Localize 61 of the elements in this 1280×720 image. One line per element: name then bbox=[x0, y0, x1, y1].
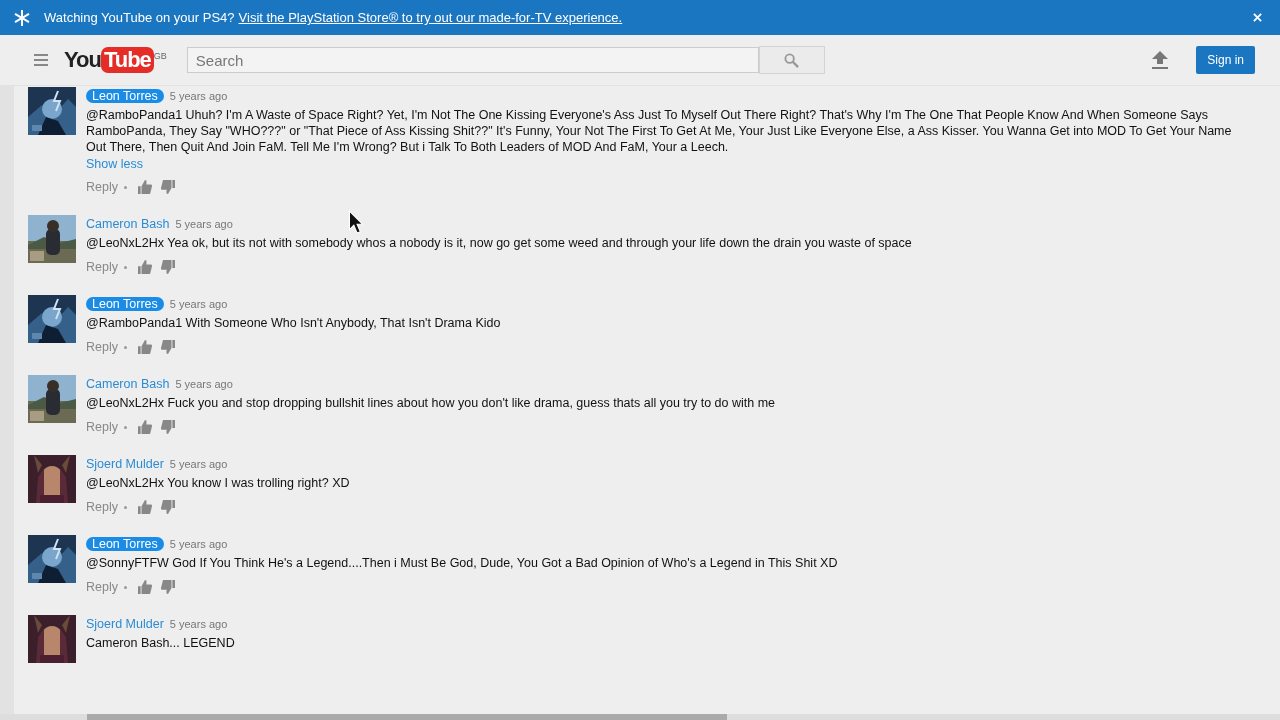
separator-dot bbox=[123, 345, 127, 349]
comment-time[interactable]: 5 years ago bbox=[169, 458, 228, 470]
reply-link[interactable]: Reply bbox=[86, 340, 118, 354]
region-label: GB bbox=[153, 51, 167, 61]
thumbs-down-icon[interactable] bbox=[160, 180, 175, 194]
comment-text: @LeoNxL2Hx Yea ok, but its not with somebody whos a nobody is it, now go get some weed and through your life down the drain you waste of space bbox=[86, 235, 913, 251]
store-link[interactable]: Visit the PlayStation Store® to try out our made-for-TV experience. bbox=[238, 10, 623, 25]
comment-time[interactable]: 5 years ago bbox=[169, 90, 228, 102]
author-name[interactable]: Leon Torres bbox=[86, 297, 164, 311]
thumbs-up-icon[interactable] bbox=[137, 580, 152, 594]
scrollbar-thumb[interactable] bbox=[87, 714, 727, 720]
reply-link[interactable]: Reply bbox=[86, 580, 118, 594]
comment-time[interactable]: 5 years ago bbox=[175, 378, 233, 390]
author-name[interactable]: Leon Torres bbox=[86, 89, 164, 103]
thumbs-down-icon[interactable] bbox=[160, 420, 175, 434]
separator-dot bbox=[123, 425, 127, 429]
asterisk-icon bbox=[14, 9, 30, 26]
separator-dot bbox=[123, 265, 127, 269]
author-name[interactable]: Cameron Bash bbox=[86, 217, 170, 231]
thumbs-up-icon[interactable] bbox=[137, 420, 152, 434]
comment-time[interactable]: 5 years ago bbox=[169, 298, 228, 310]
thumbs-down-icon[interactable] bbox=[160, 500, 175, 514]
comment-time[interactable]: 5 years ago bbox=[169, 618, 228, 630]
comment-text: @RamboPanda1 Uhuh? I'm A Waste of Space Right? Yet, I'm Not The One Kissing Everyone's Ass Just To Myself Out There Right? That's Why I'm The One That People Know And When Someone Says RamboPanda, They Say "WHO???" or "That Piece of Ass Kissing Shit??" It's Funny, Your Not The First To Get At Me, Your Just Like Everyone Else, a Ass Kisser. You Wanna Get into MOD To Get Your Name Out There, Then Quit And Join FaM. Tell Me I'm Wrong? But i Talk To Both Leaders of MOD And FaM, Your a Leech. bbox=[86, 107, 1233, 155]
comment-text: @RamboPanda1 With Someone Who Isn't Anybody, That Isn't Drama Kido bbox=[86, 315, 502, 331]
reply-link[interactable]: Reply bbox=[86, 260, 118, 274]
comment-text: @SonnyFTFW God If You Think He's a Legend....Then i Must Be God, Dude, You Got a Bad Opinion of Who's a Legend in This Shit XD bbox=[86, 555, 839, 571]
upload-icon[interactable] bbox=[1152, 51, 1169, 69]
thumbs-up-icon[interactable] bbox=[137, 500, 152, 514]
thumbs-up-icon[interactable] bbox=[137, 180, 152, 194]
comment-time[interactable]: 5 years ago bbox=[169, 538, 228, 550]
author-name[interactable]: Sjoerd Mulder bbox=[86, 457, 164, 471]
logo-text[interactable]: You bbox=[64, 47, 101, 73]
author-name[interactable]: Sjoerd Mulder bbox=[86, 617, 164, 631]
cursor-icon bbox=[348, 210, 364, 234]
sign-in-button[interactable]: Sign in bbox=[1196, 46, 1255, 74]
comment-time[interactable]: 5 years ago bbox=[175, 218, 233, 230]
separator-dot bbox=[123, 185, 127, 189]
show-less-link[interactable]: Show less bbox=[86, 157, 143, 171]
thumbs-down-icon[interactable] bbox=[160, 340, 175, 354]
thumbs-up-icon[interactable] bbox=[137, 260, 152, 274]
search-icon bbox=[784, 52, 800, 68]
comment-text: Cameron Bash... LEGEND bbox=[86, 635, 236, 651]
author-name[interactable]: Leon Torres bbox=[86, 537, 164, 551]
banner-text: Watching YouTube on your PS4? bbox=[44, 10, 235, 25]
thumbs-up-icon[interactable] bbox=[137, 340, 152, 354]
logo-badge[interactable]: Tube bbox=[100, 47, 154, 73]
menu-icon[interactable] bbox=[34, 54, 48, 66]
search-field[interactable]: Search bbox=[186, 47, 759, 73]
author-name[interactable]: Cameron Bash bbox=[86, 377, 170, 391]
reply-link[interactable]: Reply bbox=[86, 420, 118, 434]
reply-link[interactable]: Reply bbox=[86, 180, 118, 194]
separator-dot bbox=[123, 505, 127, 509]
search-button[interactable] bbox=[758, 46, 825, 74]
reply-link[interactable]: Reply bbox=[86, 500, 118, 514]
thumbs-down-icon[interactable] bbox=[160, 260, 175, 274]
separator-dot bbox=[123, 585, 127, 589]
comment-text: @LeoNxL2Hx You know I was trolling right? XD bbox=[86, 475, 351, 491]
comment-text: @LeoNxL2Hx Fuck you and stop dropping bullshit lines about how you don't like drama, guess thats all you try to do with me bbox=[86, 395, 777, 411]
thumbs-down-icon[interactable] bbox=[160, 580, 175, 594]
close-icon[interactable] bbox=[1253, 13, 1262, 22]
